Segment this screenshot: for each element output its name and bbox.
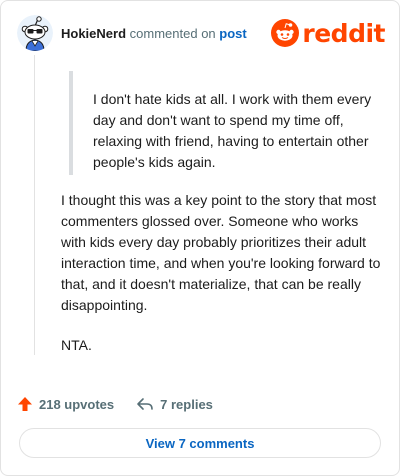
quoted-text: I don't hate kids at all. I work with th…: [69, 71, 393, 175]
user-avatar[interactable]: [17, 15, 53, 51]
reddit-snoo-logo-icon: [271, 19, 300, 47]
comment-card: HokieNerd commented on post reddit I don…: [0, 0, 400, 476]
comment-paragraph: I thought this was a key point to the st…: [61, 192, 381, 313]
comment-body: I thought this was a key point to the st…: [61, 190, 381, 375]
upvote-arrow-icon: [18, 397, 32, 411]
comment-header: HokieNerd commented on post reddit: [17, 15, 385, 51]
comment-byline: HokieNerd commented on post: [61, 26, 247, 41]
comment-stats: 218 upvotes 7 replies: [17, 393, 235, 415]
quote-paragraph: I don't hate kids at all. I work with th…: [93, 91, 372, 170]
view-comments-button[interactable]: View 7 comments: [19, 428, 381, 458]
thread-line: [34, 55, 35, 355]
reddit-wordmark: reddit: [302, 18, 385, 48]
reply-arrow-icon: [137, 398, 153, 410]
action-text: commented on: [129, 26, 216, 41]
username-link[interactable]: HokieNerd: [61, 26, 126, 41]
snoo-avatar-icon: [17, 15, 53, 51]
upvote-button[interactable]: 218 upvotes: [17, 396, 114, 412]
replies-button[interactable]: 7 replies: [136, 396, 213, 412]
upvote-count: 218 upvotes: [39, 396, 115, 412]
reddit-logo[interactable]: reddit: [271, 17, 385, 49]
comment-paragraph: NTA.: [61, 337, 92, 353]
reply-count: 7 replies: [160, 396, 213, 412]
post-link[interactable]: post: [219, 26, 246, 41]
